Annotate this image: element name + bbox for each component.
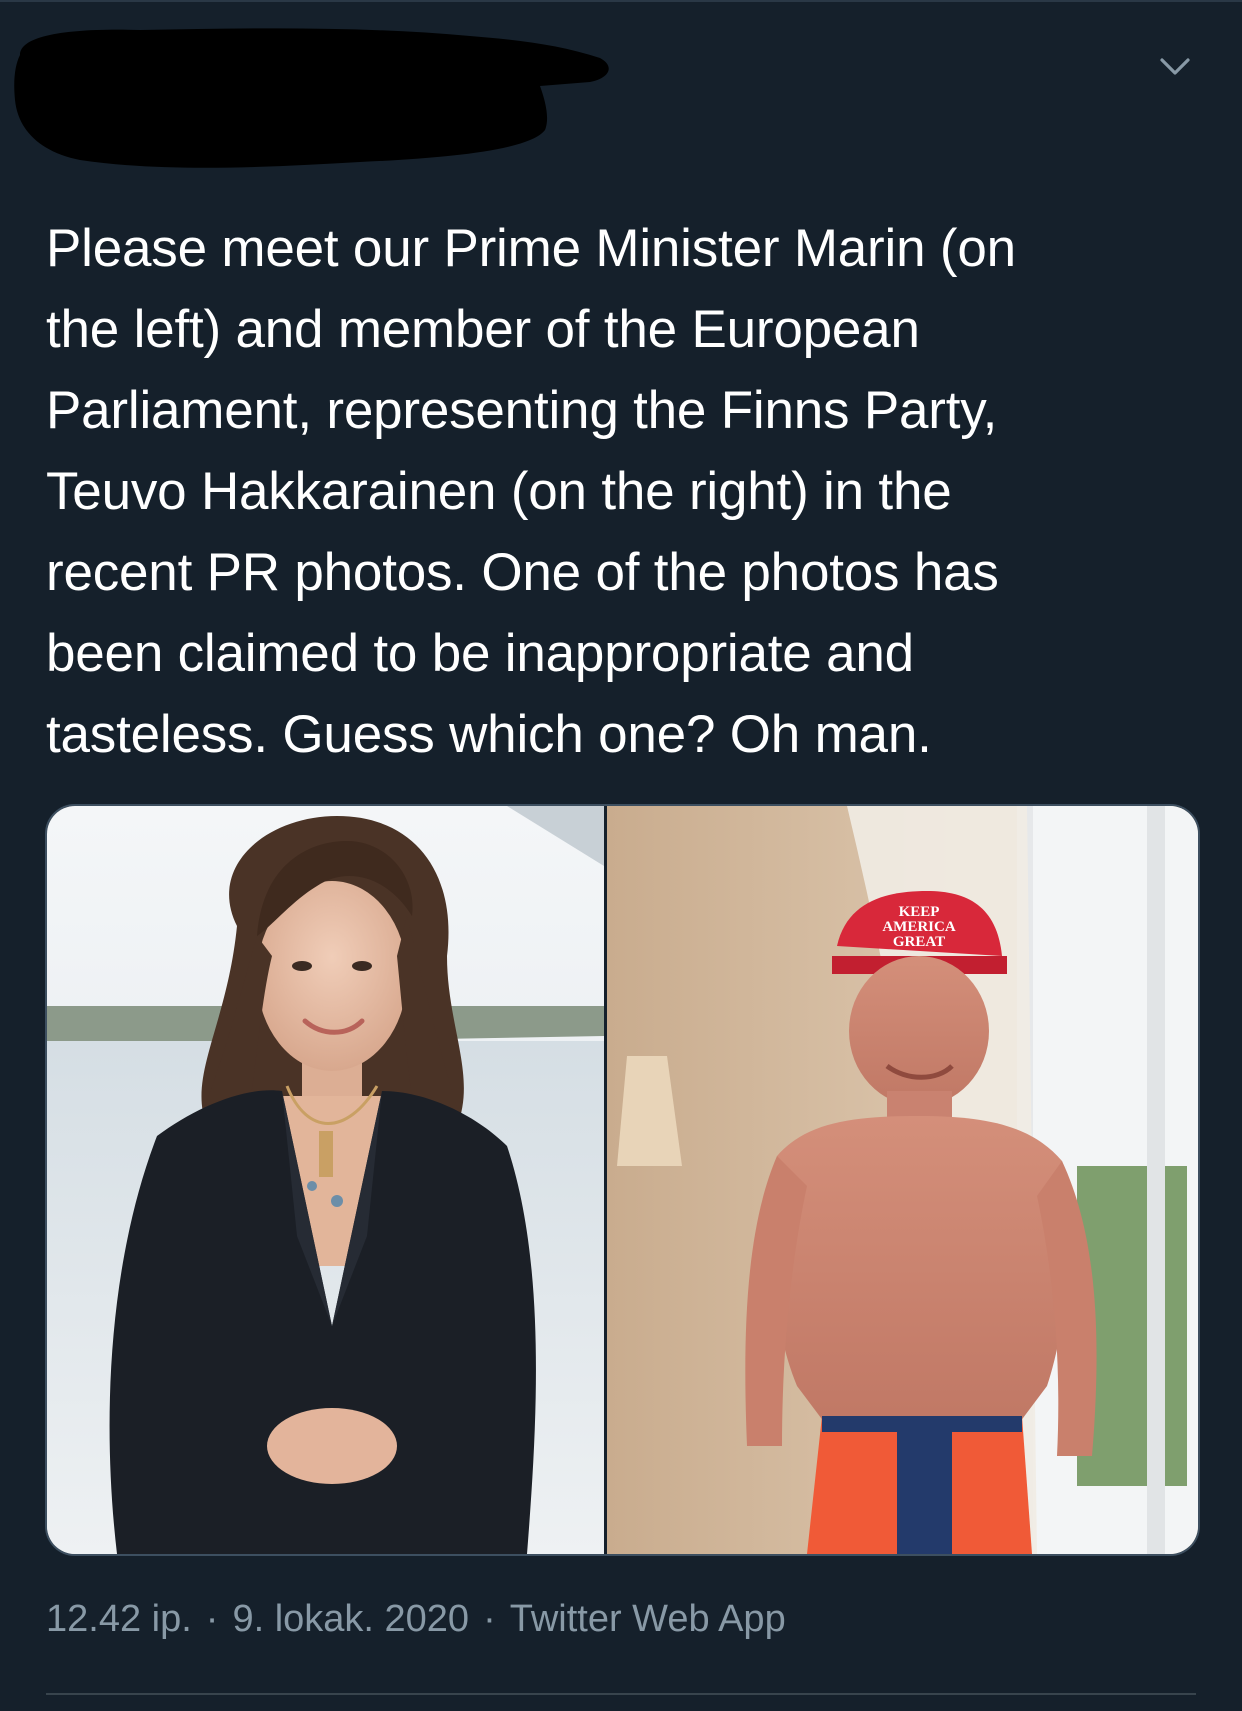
woman-portrait-image <box>47 806 604 1554</box>
cap-text-line-2: AMERICA <box>882 919 955 935</box>
man-in-cap-image: KEEP AMERICA GREAT <box>607 806 1198 1554</box>
meta-separator: · <box>205 1598 219 1640</box>
redacted-author-header <box>14 28 609 168</box>
cap-text-line-3: GREAT <box>893 934 945 950</box>
meta-separator: · <box>483 1598 496 1640</box>
bottom-divider <box>46 1693 1196 1695</box>
tweet-date[interactable]: 9. lokak. 2020 <box>232 1598 469 1641</box>
tweet-time[interactable]: 12.42 ip. <box>46 1598 192 1641</box>
cap-text-line-1: KEEP <box>899 904 940 920</box>
chevron-down-icon <box>1160 58 1190 75</box>
tweet-photo-left[interactable] <box>47 806 607 1554</box>
tweet-metadata: 12.42 ip. · 9. lokak. 2020 · Twitter Web App <box>46 1598 786 1641</box>
tweet-source-link[interactable]: Twitter Web App <box>510 1598 786 1641</box>
tweet-media-grid: KEEP AMERICA GREAT <box>45 804 1200 1556</box>
tweet-menu-button[interactable] <box>1150 40 1200 90</box>
tweet-text: Please meet our Prime Minister Marin (on… <box>46 219 1016 764</box>
tweet-photo-right[interactable]: KEEP AMERICA GREAT <box>607 806 1198 1554</box>
